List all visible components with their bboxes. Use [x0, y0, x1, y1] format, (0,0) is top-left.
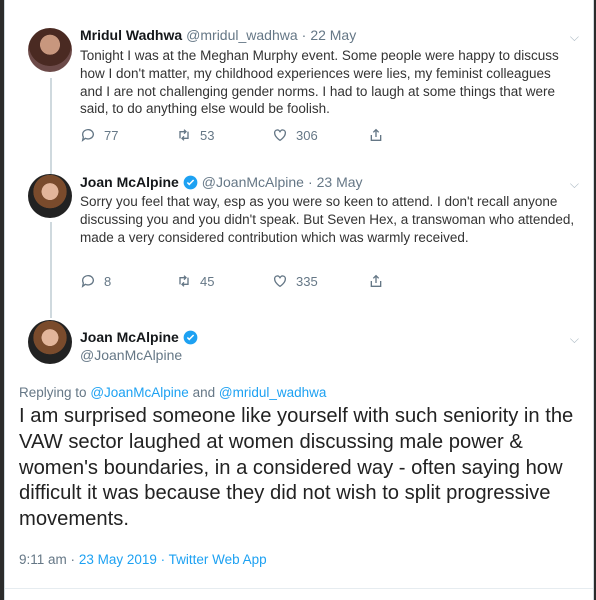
separator: ·	[70, 552, 76, 567]
like-count: 335	[296, 273, 318, 289]
reply-mention-link[interactable]: @mridul_wadhwa	[219, 385, 327, 400]
retweet-icon	[179, 275, 189, 287]
replying-to-label: Replying to	[19, 385, 87, 400]
tweet-actions: 77 53 306	[80, 127, 464, 143]
chevron-down-icon[interactable]: ⌵	[570, 332, 579, 347]
tweet-text: Sorry you feel that way, esp as you were…	[80, 194, 575, 245]
reply-count: 8	[104, 273, 112, 289]
share-icon	[370, 128, 382, 141]
thread-connector	[50, 222, 52, 318]
chevron-down-icon[interactable]: ⌵	[570, 177, 579, 192]
tweet-meta: 9:11 am · 23 May 2019 · Twitter Web App	[19, 552, 267, 567]
like-button[interactable]: 306	[272, 127, 368, 143]
chevron-down-icon[interactable]: ⌵	[570, 30, 579, 45]
heart-icon	[274, 275, 286, 288]
tweet-date[interactable]: 23 May	[317, 174, 363, 190]
tweet-handle-row: @JoanMcAlpine	[80, 347, 182, 363]
divider	[5, 588, 593, 589]
retweet-icon	[179, 129, 189, 141]
separator: ·	[307, 174, 313, 190]
tweet-header: Joan McAlpine	[80, 329, 198, 345]
tweet-text: Tonight I was at the Meghan Murphy event…	[80, 48, 559, 117]
handle[interactable]: @mridul_wadhwa	[186, 27, 297, 43]
heart-icon	[274, 129, 286, 142]
tweet-thread: Mridul Wadhwa @mridul_wadhwa · 22 May ⌵ …	[4, 0, 594, 600]
avatar[interactable]	[28, 320, 72, 364]
share-button[interactable]	[368, 127, 464, 143]
tweet-timestamp[interactable]: 9:11 am	[19, 552, 67, 567]
display-name[interactable]: Mridul Wadhwa	[80, 27, 182, 43]
retweet-button[interactable]: 53	[176, 127, 272, 143]
source-link[interactable]: 23 May 2019 · Twitter Web App	[79, 552, 267, 567]
avatar[interactable]	[28, 174, 72, 218]
verified-badge-icon	[183, 330, 198, 344]
reply-icon	[81, 129, 94, 142]
tweet-date[interactable]: 22 May	[310, 27, 356, 43]
handle[interactable]: @JoanMcAlpine	[202, 174, 304, 190]
retweet-button[interactable]: 45	[176, 273, 272, 289]
tweet-text: I am surprised someone like yourself wit…	[19, 405, 574, 531]
separator: ·	[301, 27, 307, 43]
reply-button[interactable]: 77	[80, 127, 176, 143]
display-name[interactable]: Joan McAlpine	[80, 329, 179, 345]
share-button[interactable]	[368, 273, 464, 289]
reply-icon	[81, 275, 94, 288]
like-button[interactable]: 335	[272, 273, 368, 289]
handle[interactable]: @JoanMcAlpine	[80, 347, 182, 363]
tweet-header: Mridul Wadhwa @mridul_wadhwa · 22 May	[80, 27, 356, 43]
display-name[interactable]: Joan McAlpine	[80, 174, 179, 190]
reply-button[interactable]: 8	[80, 273, 176, 289]
tweet-actions: 8 45 335	[80, 273, 464, 289]
verified-badge-icon	[183, 175, 198, 189]
reply-count: 77	[104, 127, 119, 143]
like-count: 306	[296, 127, 318, 143]
tweet-header: Joan McAlpine @JoanMcAlpine · 23 May	[80, 174, 363, 190]
replying-to-and: and	[192, 385, 216, 400]
reply-mention-link[interactable]: @JoanMcAlpine	[90, 385, 189, 400]
retweet-count: 45	[200, 273, 215, 289]
retweet-count: 53	[200, 127, 215, 143]
share-icon	[370, 274, 382, 287]
thread-connector	[50, 78, 52, 174]
avatar[interactable]	[28, 28, 72, 72]
replying-to: Replying to @JoanMcAlpine and @mridul_wa…	[19, 385, 326, 400]
